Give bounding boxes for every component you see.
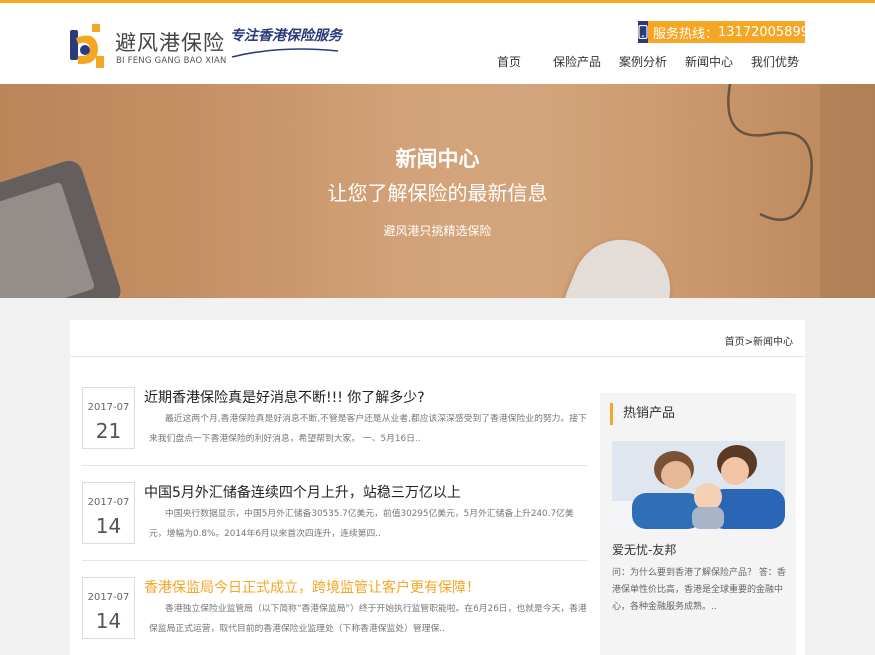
news-title[interactable]: 近期香港保险真是好消息不断!!! 你了解多少? — [144, 387, 425, 407]
service-hotline[interactable]: 服务热线： 13172005899 — [638, 21, 809, 43]
date-day: 14 — [95, 514, 122, 538]
hotline-label: 服务热线： — [653, 26, 719, 42]
site-header: 避风港保险 BI FENG GANG BAO XIAN 专注香港保险服务 服务热… — [0, 3, 875, 84]
breadcrumb-bar: 首页>新闻中心 — [70, 320, 805, 357]
date-year-month: 2017-07 — [87, 592, 130, 603]
nav-advantages[interactable]: 我们优势 — [751, 53, 799, 70]
hotline-number: 13172005899 — [718, 24, 809, 40]
date-year-month: 2017-07 — [87, 402, 130, 413]
product-image[interactable] — [612, 441, 785, 529]
date-box: 2017-07 14 — [82, 577, 135, 639]
news-summary: 最近这两个月,香港保险真是好消息不断,不管是客户还是从业者,都应该深深感受到了香… — [149, 414, 587, 444]
nav-news[interactable]: 新闻中心 — [685, 53, 733, 70]
nav-products[interactable]: 保险产品 — [553, 53, 601, 70]
brand-slogan: 专注香港保险服务 — [230, 28, 342, 44]
product-description: 问：为什么要到香港了解保险产品？ 答：香港保单性价比高，香港是全球重要的金融中心… — [612, 568, 786, 612]
date-box: 2017-07 21 — [82, 387, 135, 449]
breadcrumb[interactable]: 首页>新闻中心 — [725, 333, 793, 348]
product-name[interactable]: 爱无忧-友邦 — [612, 541, 676, 558]
banner-subtitle: 让您了解保险的最新信息 — [327, 181, 548, 205]
banner-title: 新闻中心 — [395, 147, 480, 171]
news-content-panel: 首页>新闻中心 2017-07 21 近期香港保险真是好消息不断!!! 你了解多… — [70, 320, 805, 655]
date-day: 21 — [95, 419, 122, 443]
nav-home[interactable]: 首页 — [497, 53, 521, 70]
nav-cases[interactable]: 案例分析 — [619, 53, 667, 70]
main-nav: 首页 保险产品 案例分析 新闻中心 我们优势 — [0, 53, 875, 73]
date-box: 2017-07 14 — [82, 482, 135, 544]
news-divider — [82, 465, 588, 466]
hot-products-sidebar: 热销产品 爱无忧-友邦 问：为什么要到香港了解保险产品？ 答：香港保单性价比高，… — [600, 393, 796, 655]
news-divider — [82, 560, 588, 561]
sidebar-heading: 热销产品 — [610, 403, 675, 425]
news-summary: 中国央行数据显示，中国5月外汇储备30535.7亿美元，前值30295亿美元，5… — [149, 509, 574, 539]
banner-tagline: 避风港只挑精选保险 — [383, 224, 492, 238]
news-title[interactable]: 中国5月外汇储备连续四个月上升，站稳三万亿以上 — [144, 482, 461, 502]
news-summary: 香港独立保险业监管局（以下简称“香港保监局”）终于开始执行监管职能啦。在6月26… — [149, 604, 587, 634]
news-title[interactable]: 香港保监局今日正式成立，跨境监管让客户更有保障！ — [144, 577, 480, 597]
date-year-month: 2017-07 — [87, 497, 130, 508]
date-day: 14 — [95, 609, 122, 633]
phone-icon — [638, 21, 648, 43]
